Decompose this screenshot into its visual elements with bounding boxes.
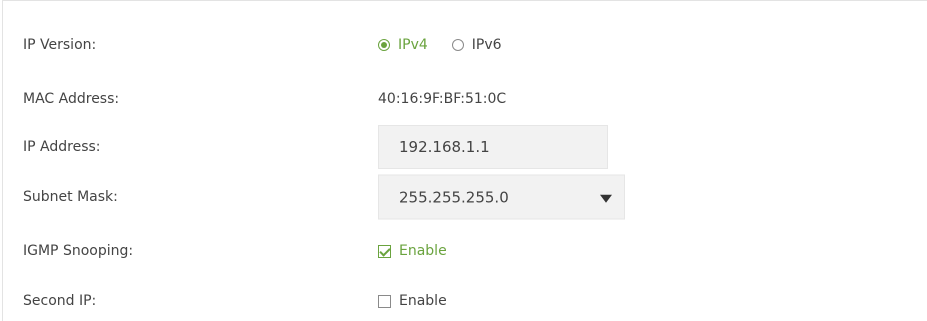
chevron-down-icon[interactable]: [600, 194, 612, 203]
second-ip-label: Second IP:: [23, 293, 97, 309]
subnet-mask-select-wrap: 255.255.255.0: [378, 174, 625, 220]
network-settings-panel: IP Version: IPv4 IPv6 MAC Address: 40:16…: [2, 0, 927, 321]
mac-address-label: MAC Address:: [23, 91, 120, 107]
subnet-mask-row: Subnet Mask: 255.255.255.0: [3, 174, 927, 220]
radio-ipv4-indicator[interactable]: [378, 39, 390, 51]
second-ip-checkbox-box-icon[interactable]: [378, 294, 391, 308]
igmp-snooping-row: IGMP Snooping: Enable: [3, 231, 927, 271]
ip-version-row: IP Version: IPv4 IPv6: [3, 25, 927, 65]
ip-address-label: IP Address:: [23, 139, 101, 155]
ip-version-label: IP Version:: [23, 37, 97, 53]
ip-address-field-wrap: 192.168.1.1: [378, 125, 608, 169]
second-ip-row: Second IP: Enable: [3, 281, 927, 321]
igmp-snooping-enable-label[interactable]: Enable: [399, 243, 447, 259]
radio-ipv6[interactable]: IPv6: [451, 37, 502, 53]
mac-address-row: MAC Address: 40:16:9F:BF:51:0C: [3, 79, 927, 119]
igmp-snooping-checkbox[interactable]: Enable: [378, 243, 447, 259]
igmp-snooping-check-icon[interactable]: [378, 244, 391, 258]
radio-ipv6-indicator[interactable]: [451, 39, 464, 51]
igmp-snooping-label: IGMP Snooping:: [23, 243, 134, 259]
ip-version-options: IPv4 IPv6: [378, 37, 502, 53]
second-ip-checkbox[interactable]: Enable: [378, 293, 447, 309]
ip-address-row: IP Address: 192.168.1.1: [3, 125, 927, 169]
radio-ipv4-label[interactable]: IPv4: [398, 37, 428, 53]
mac-address-value: 40:16:9F:BF:51:0C: [378, 91, 507, 107]
subnet-mask-select[interactable]: 255.255.255.0: [378, 174, 625, 220]
subnet-mask-selected-value[interactable]: 255.255.255.0: [399, 188, 509, 206]
second-ip-enable-label[interactable]: Enable: [399, 293, 447, 309]
ip-address-input[interactable]: 192.168.1.1: [378, 125, 608, 169]
radio-ipv4[interactable]: IPv4: [378, 37, 428, 53]
subnet-mask-label: Subnet Mask:: [23, 189, 118, 205]
radio-ipv6-label[interactable]: IPv6: [472, 37, 502, 53]
